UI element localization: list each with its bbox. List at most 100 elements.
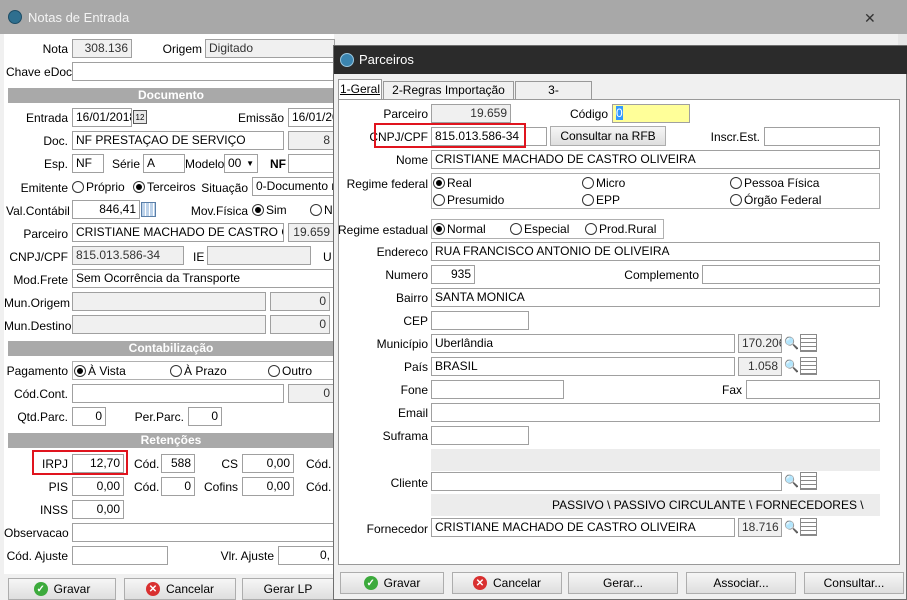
mundestino-code[interactable]: 0 [270, 315, 330, 334]
dlg-gerar-button[interactable]: Gerar... [568, 572, 678, 594]
rf-epp-radio[interactable]: EPP [582, 193, 620, 207]
chave-field[interactable] [72, 62, 334, 81]
re-especial-radio[interactable]: Especial [510, 222, 569, 236]
pis-cod-field[interactable]: 0 [161, 477, 195, 496]
mov-n-radio[interactable]: N [310, 203, 333, 217]
u-label: U [323, 250, 332, 264]
vlrajuste-field[interactable]: 0, [278, 546, 334, 565]
dlg-consultar-button[interactable]: Consultar... [804, 572, 904, 594]
municipio-lookup[interactable]: 🔍 [783, 334, 817, 352]
inss-field[interactable]: 0,00 [72, 500, 124, 519]
obs-field[interactable] [72, 523, 334, 542]
codcont-number[interactable]: 0 [288, 384, 334, 403]
cliente-label: Cliente [390, 476, 428, 490]
pais-lookup[interactable]: 🔍 [783, 357, 817, 375]
munorigem-code[interactable]: 0 [270, 292, 330, 311]
perparc-field[interactable]: 0 [188, 407, 222, 426]
origem-field[interactable]: Digitado [205, 39, 335, 58]
modelo-select[interactable]: 00 ▼ [224, 154, 258, 173]
entrada-field[interactable]: 16/01/2018 [72, 108, 132, 127]
serie-field[interactable]: A [143, 154, 185, 173]
rf-pf-radio[interactable]: Pessoa Física [730, 176, 819, 190]
tab-beneficiarios[interactable]: 3-Beneficiários [515, 81, 592, 114]
esp-label: Esp. [43, 157, 68, 171]
emissao-field[interactable]: 16/01/20 [288, 108, 334, 127]
suframa-field[interactable] [431, 426, 529, 445]
munorigem-field[interactable] [72, 292, 266, 311]
dlg-cancelar-button[interactable]: ✕ Cancelar [452, 572, 562, 594]
radio-dot [585, 223, 597, 235]
nota-field[interactable]: 308.136 [72, 39, 132, 58]
calculator-icon[interactable] [141, 202, 156, 217]
esp-field[interactable]: NF [72, 154, 104, 173]
fone-field[interactable] [431, 380, 564, 399]
rf-real-radio[interactable]: Real [433, 176, 472, 190]
pis-field[interactable]: 0,00 [72, 477, 124, 496]
pag-aprazo-radio[interactable]: À Prazo [170, 364, 227, 378]
pag-avista-radio[interactable]: À Vista [74, 364, 126, 378]
nf-field[interactable] [288, 154, 334, 173]
consultar-rfb-label: Consultar na RFB [560, 129, 656, 143]
fornecedor-field[interactable]: CRISTIANE MACHADO DE CASTRO OLIVEIRA [431, 518, 735, 537]
main-gerarlp-button[interactable]: Gerar LP [242, 578, 334, 600]
valcontabil-field[interactable]: 846,41 [72, 200, 140, 219]
mundestino-field[interactable] [72, 315, 266, 334]
municipio-field[interactable]: Uberlândia [431, 334, 735, 353]
qtdparc-field[interactable]: 0 [72, 407, 106, 426]
email-field[interactable] [431, 403, 880, 422]
rf-micro-radio[interactable]: Micro [582, 176, 625, 190]
pag-outro-radio[interactable]: Outro [268, 364, 312, 378]
inscrest-field[interactable] [764, 127, 880, 146]
cep-field[interactable] [431, 311, 529, 330]
parceiro-code-field[interactable]: 19.659 [288, 223, 334, 242]
tab-regras[interactable]: 2-Regras Importação NFe [383, 81, 514, 114]
main-cancelar-button[interactable]: ✕ Cancelar [124, 578, 236, 600]
modfrete-field[interactable]: Sem Ocorrência da Transporte [72, 269, 334, 288]
codigo-field[interactable]: 0 [612, 104, 690, 123]
situacao-field[interactable]: 0-Documento re [252, 177, 334, 196]
dlg-associar-button[interactable]: Associar... [686, 572, 796, 594]
doc-field[interactable]: NF PRESTAÇAO DE SERVIÇO [72, 131, 284, 150]
emitente-terceiros-radio[interactable]: Terceiros [133, 180, 196, 194]
doc-number-field[interactable]: 8 [288, 131, 334, 150]
re-especial-label: Especial [524, 222, 570, 236]
dlg-gravar-button[interactable]: ✓ Gravar [340, 572, 444, 594]
movfisica-label: Mov.Física [190, 204, 248, 218]
cs-field[interactable]: 0,00 [242, 454, 294, 473]
rf-presumido-radio[interactable]: Presumido [433, 193, 504, 207]
fornecedor-lookup[interactable]: 🔍 [783, 518, 817, 536]
re-prodrural-radio[interactable]: Prod.Rural [585, 222, 656, 236]
codcont-field[interactable] [72, 384, 284, 403]
main-gravar-button[interactable]: ✓ Gravar [8, 578, 116, 600]
irpj-cod-field[interactable]: 588 [161, 454, 195, 473]
rf-orgao-radio[interactable]: Órgão Federal [730, 193, 821, 207]
fornecedor-code[interactable]: 18.716 [738, 518, 782, 537]
parceiro-field[interactable]: CRISTIANE MACHADO DE CASTRO OLIVEIR [72, 223, 284, 242]
dlg-parceiro-field[interactable]: 19.659 [431, 104, 511, 123]
municipio-code[interactable]: 170.206 [738, 334, 782, 353]
modelo-value: 00 [228, 156, 242, 170]
codajuste-field[interactable] [72, 546, 168, 565]
close-icon[interactable]: ✕ [864, 10, 876, 26]
cofins-field[interactable]: 0,00 [242, 477, 294, 496]
endereco-field[interactable]: RUA FRANCISCO ANTONIO DE OLIVEIRA [431, 242, 880, 261]
bairro-field[interactable]: SANTA MONICA [431, 288, 880, 307]
tab-geral[interactable]: 1-Geral [338, 79, 382, 100]
consultar-rfb-button[interactable]: Consultar na RFB [550, 126, 666, 146]
cnpj-field[interactable]: 815.013.586-34 [72, 246, 184, 265]
cliente-field[interactable] [431, 472, 782, 491]
ie-field[interactable] [207, 246, 311, 265]
calendar-icon[interactable]: 12 [133, 110, 147, 124]
re-normal-radio[interactable]: Normal [433, 222, 486, 236]
pais-code[interactable]: 1.058 [738, 357, 782, 376]
mov-sim-radio[interactable]: Sim [252, 203, 287, 217]
cliente-lookup[interactable]: 🔍 [783, 472, 817, 490]
nome-field[interactable]: CRISTIANE MACHADO DE CASTRO OLIVEIRA [431, 150, 880, 169]
fax-label: Fax [721, 383, 742, 397]
complemento-field[interactable] [702, 265, 880, 284]
numero-field[interactable]: 935 [431, 265, 475, 284]
pais-field[interactable]: BRASIL [431, 357, 735, 376]
emitente-proprio-radio[interactable]: Próprio [72, 180, 125, 194]
ie-label: IE [193, 250, 205, 264]
fax-field[interactable] [746, 380, 880, 399]
